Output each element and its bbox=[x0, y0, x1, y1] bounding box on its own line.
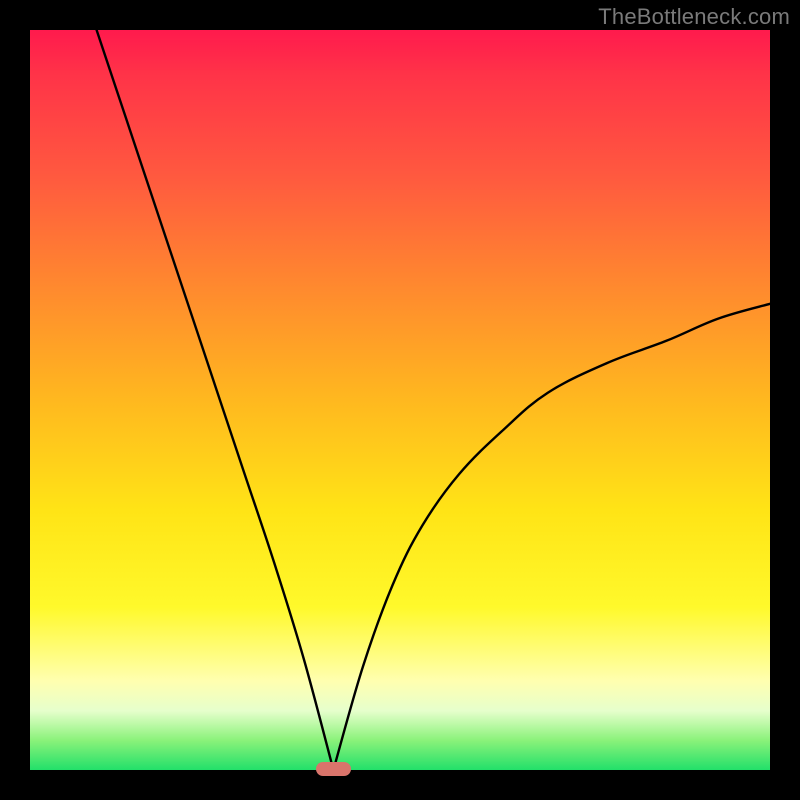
plot-area bbox=[30, 30, 770, 770]
min-marker bbox=[316, 762, 352, 776]
bottleneck-curve bbox=[30, 30, 770, 770]
watermark-text: TheBottleneck.com bbox=[598, 4, 790, 30]
chart-frame: TheBottleneck.com bbox=[0, 0, 800, 800]
